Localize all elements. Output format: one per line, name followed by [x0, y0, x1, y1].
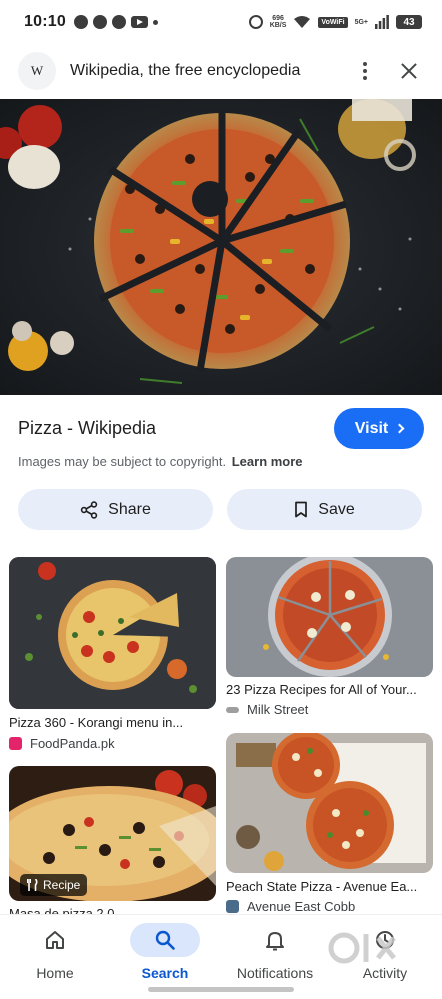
home-icon: [46, 931, 64, 949]
search-icon: [155, 930, 175, 950]
related-title-4[interactable]: Peach State Pizza - Avenue Ea...: [226, 879, 433, 894]
pizza-thumbnail: [9, 557, 216, 709]
related-title-2[interactable]: 23 Pizza Recipes for All of Your...: [226, 682, 433, 697]
pizza-thumbnail: [226, 733, 433, 873]
chevron-right-icon: [394, 423, 405, 434]
result-title: Pizza - Wikipedia: [18, 418, 157, 438]
copyright-text: Images may be subject to copyright.: [18, 454, 227, 469]
learn-more-link[interactable]: Learn more: [232, 454, 303, 469]
related-source-2: Milk Street: [226, 702, 308, 717]
pizza-photo: [0, 99, 442, 395]
status-time: 10:10: [24, 13, 66, 30]
save-button[interactable]: Save: [227, 489, 422, 530]
related-image-4[interactable]: [226, 733, 433, 873]
foodpanda-icon: [9, 737, 22, 750]
avenue-east-cobb-icon: [226, 900, 239, 913]
close-button[interactable]: [394, 56, 424, 86]
related-source-name-2: Milk Street: [247, 702, 309, 717]
status-bar: 10:10 696 KB/S VoWiFi 5G+ 43: [0, 0, 442, 44]
vowifi-badge: VoWiFi: [318, 16, 348, 28]
source-title[interactable]: Wikipedia, the free encyclopedia: [70, 62, 350, 80]
nav-search-icon-wrap: [130, 923, 200, 957]
nav-search[interactable]: Search: [110, 915, 220, 995]
milk-street-icon: [226, 706, 239, 713]
gesture-bar[interactable]: [148, 987, 294, 992]
app-notification-icon: [111, 15, 126, 29]
message-icon: [73, 15, 88, 29]
more-notifications-icon: [152, 19, 158, 25]
nav-home[interactable]: Home: [0, 915, 110, 995]
system-icons: 696 KB/S VoWiFi 5G+ 43: [248, 15, 422, 29]
more-options-button[interactable]: [350, 56, 380, 86]
viewer-header: W Wikipedia, the free encyclopedia: [0, 44, 442, 98]
related-source-4: Avenue East Cobb: [226, 899, 355, 914]
nav-search-label: Search: [141, 965, 189, 981]
related-source-name-4: Avenue East Cobb: [247, 899, 356, 914]
wifi-icon: [294, 16, 311, 28]
hero-pizza-image[interactable]: [0, 99, 442, 395]
related-source-name-1: FoodPanda.pk: [30, 736, 115, 751]
network-speed: 696 KB/S: [270, 15, 287, 29]
recipe-badge: Recipe: [20, 874, 88, 896]
related-image-1[interactable]: [9, 557, 216, 709]
wikipedia-logo: W: [18, 52, 56, 90]
nav-home-label: Home: [36, 965, 74, 981]
save-label: Save: [318, 500, 355, 518]
nav-notifications-icon-wrap: [240, 923, 310, 957]
recipe-badge-label: Recipe: [43, 878, 81, 892]
notification-icons: [73, 15, 158, 29]
pizza-thumbnail: [226, 557, 433, 677]
nav-notifications[interactable]: Notifications: [220, 915, 330, 995]
nav-home-icon-wrap: [20, 923, 90, 957]
battery-icon: 43: [396, 15, 422, 29]
share-icon: [80, 500, 98, 519]
bookmark-icon: [295, 501, 308, 518]
bell-icon: [266, 932, 284, 951]
visit-label: Visit: [354, 419, 389, 437]
alarm-icon: [248, 15, 263, 29]
whatsapp-icon: [92, 15, 107, 29]
network-type: 5G+: [354, 18, 368, 26]
related-title-1[interactable]: Pizza 360 - Korangi menu in...: [9, 715, 216, 730]
signal-icon: [375, 15, 389, 29]
share-button[interactable]: Share: [18, 489, 213, 530]
related-source-1: FoodPanda.pk: [9, 736, 115, 751]
nav-notifications-label: Notifications: [236, 965, 314, 981]
network-speed-value: 696: [272, 15, 284, 22]
copyright-notice: Images may be subject to copyright. Lear…: [18, 454, 303, 469]
fork-knife-icon: [27, 879, 38, 891]
youtube-icon: [130, 16, 148, 28]
olx-watermark-logo: [328, 932, 396, 964]
related-image-2[interactable]: [226, 557, 433, 677]
network-speed-unit: KB/S: [269, 22, 287, 29]
share-label: Share: [108, 500, 151, 518]
visit-button[interactable]: Visit: [334, 408, 424, 449]
